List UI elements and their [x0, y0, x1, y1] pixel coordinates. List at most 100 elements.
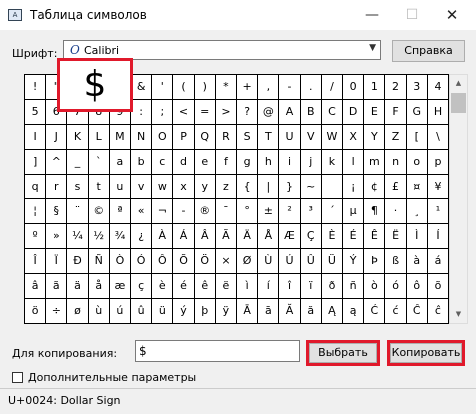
character-cell[interactable]: F [385, 99, 407, 125]
character-cell[interactable]: Ô [152, 249, 174, 275]
character-cell[interactable]: z [215, 174, 238, 200]
character-cell[interactable]: ) [194, 75, 216, 100]
character-cell[interactable]: M [109, 124, 132, 150]
font-select[interactable]: O Calibri ▼ [63, 40, 381, 60]
character-cell[interactable]: ć [385, 299, 407, 324]
character-cell[interactable]: ā [258, 299, 280, 324]
character-cell[interactable]: i [279, 149, 301, 175]
character-cell[interactable]: ¢ [364, 174, 386, 200]
character-cell[interactable]: u [109, 174, 132, 200]
character-cell[interactable]: ¯ [215, 199, 238, 225]
character-cell[interactable]: Ï [46, 249, 68, 275]
help-button[interactable]: Справка [392, 40, 465, 62]
character-cell[interactable]: \ [427, 124, 450, 150]
character-cell[interactable] [321, 174, 344, 200]
character-cell[interactable]: Æ [279, 224, 301, 250]
character-cell[interactable]: ¾ [109, 224, 132, 250]
character-cell[interactable]: Z [385, 124, 407, 150]
character-cell[interactable]: V [300, 124, 322, 150]
character-cell[interactable]: 2 [385, 75, 407, 100]
character-cell[interactable]: * [215, 75, 238, 100]
character-cell[interactable]: ö [25, 299, 47, 324]
character-cell[interactable]: U [279, 124, 301, 150]
character-cell[interactable]: ¬ [152, 199, 174, 225]
character-cell[interactable]: ï [300, 274, 322, 300]
character-cell[interactable]: | [258, 174, 280, 200]
character-cell[interactable]: v [131, 174, 153, 200]
character-cell[interactable]: ĉ [427, 299, 450, 324]
character-cell[interactable]: Ò [109, 249, 132, 275]
character-cell[interactable]: 5 [25, 99, 47, 125]
character-cell[interactable]: ý [173, 299, 195, 324]
character-cell[interactable]: . [300, 75, 322, 100]
character-cell[interactable]: Ì [406, 224, 428, 250]
character-cell[interactable]: / [321, 75, 344, 100]
character-cell[interactable]: , [258, 75, 280, 100]
character-cell[interactable]: n [385, 149, 407, 175]
character-cell[interactable]: Â [194, 224, 216, 250]
character-cell[interactable]: © [88, 199, 110, 225]
character-cell[interactable]: Ñ [88, 249, 110, 275]
chevron-down-icon[interactable]: ▼ [369, 43, 376, 53]
character-cell[interactable]: @ [258, 99, 280, 125]
character-cell[interactable]: ^ [46, 149, 68, 175]
character-cell[interactable]: s [67, 174, 89, 200]
character-cell[interactable]: µ [343, 199, 365, 225]
character-cell[interactable]: õ [427, 274, 450, 300]
character-cell[interactable]: ¸ [406, 199, 428, 225]
character-cell[interactable]: g [237, 149, 259, 175]
character-cell[interactable]: ø [67, 299, 89, 324]
character-cell[interactable]: ' [152, 75, 174, 100]
character-cell[interactable]: G [406, 99, 428, 125]
character-cell[interactable]: Õ [173, 249, 195, 275]
character-cell[interactable]: < [173, 99, 195, 125]
character-cell[interactable]: ã [46, 274, 68, 300]
scroll-up-arrow-icon[interactable]: ▲ [450, 75, 467, 92]
character-cell[interactable]: 0 [343, 75, 365, 100]
character-cell[interactable]: ù [88, 299, 110, 324]
character-cell[interactable]: Û [300, 249, 322, 275]
copy-button[interactable]: Копировать [390, 343, 462, 363]
character-cell[interactable]: P [173, 124, 195, 150]
character-cell[interactable]: R [215, 124, 238, 150]
character-cell[interactable]: ¡ [343, 174, 365, 200]
character-cell[interactable]: ò [364, 274, 386, 300]
character-cell[interactable]: ó [385, 274, 407, 300]
character-cell[interactable]: ¹ [427, 199, 450, 225]
character-cell[interactable]: ÷ [46, 299, 68, 324]
character-cell[interactable]: ! [25, 75, 47, 100]
character-cell[interactable]: þ [194, 299, 216, 324]
character-cell[interactable]: a [109, 149, 132, 175]
character-cell[interactable]: ª [109, 199, 132, 225]
character-cell[interactable]: Î [25, 249, 47, 275]
character-cell[interactable]: Á [173, 224, 195, 250]
character-cell[interactable]: 3 [406, 75, 428, 100]
character-cell[interactable]: - [279, 75, 301, 100]
character-cell[interactable]: ¨ [67, 199, 89, 225]
character-cell[interactable]: l [343, 149, 365, 175]
character-cell[interactable]: ô [406, 274, 428, 300]
character-cell[interactable]: S [237, 124, 259, 150]
character-cell[interactable]: ÿ [215, 299, 238, 324]
character-cell[interactable]: T [258, 124, 280, 150]
character-cell[interactable]: + [237, 75, 259, 100]
character-cell[interactable]: f [215, 149, 238, 175]
maximize-button[interactable]: ☐ [392, 0, 432, 30]
character-cell[interactable]: W [321, 124, 344, 150]
character-cell[interactable]: Ç [300, 224, 322, 250]
character-cell[interactable]: O [152, 124, 174, 150]
character-cell[interactable]: N [131, 124, 153, 150]
character-cell[interactable]: ½ [88, 224, 110, 250]
character-cell[interactable]: ` [88, 149, 110, 175]
character-cell[interactable]: ą [343, 299, 365, 324]
scrollbar-thumb[interactable] [451, 93, 466, 113]
character-cell[interactable]: Ø [237, 249, 259, 275]
character-cell[interactable]: ; [152, 99, 174, 125]
character-cell[interactable]: ± [258, 199, 280, 225]
character-cell[interactable]: L [88, 124, 110, 150]
character-cell[interactable]: æ [109, 274, 132, 300]
character-cell[interactable]: î [279, 274, 301, 300]
character-cell[interactable]: á [427, 249, 450, 275]
character-cell[interactable]: ß [385, 249, 407, 275]
select-button[interactable]: Выбрать [309, 343, 377, 363]
